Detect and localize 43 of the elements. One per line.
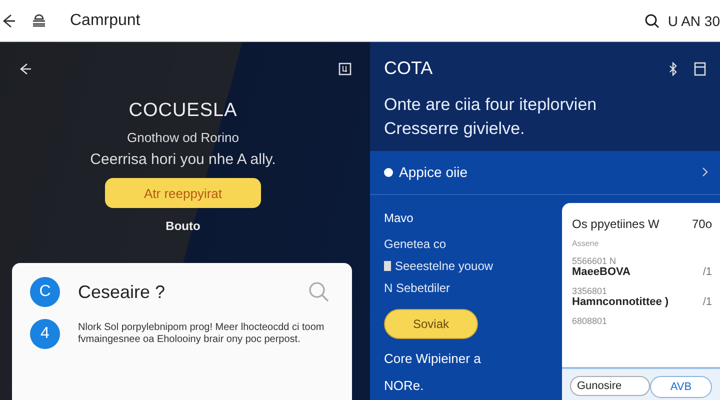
- avatar-circle: C: [30, 277, 60, 307]
- entry-code: 6808801: [572, 316, 608, 326]
- entry-tag: /1: [702, 296, 712, 308]
- list-row[interactable]: Appice oiie: [370, 151, 720, 195]
- entry-code: 3356801: [572, 286, 608, 296]
- card-title: Os ppyetiines W: [572, 217, 660, 231]
- menu-item[interactable]: N Sebetdiler: [384, 281, 450, 295]
- card-value: 70o: [692, 217, 712, 231]
- back-icon[interactable]: [0, 12, 16, 28]
- entry-tag: /1: [702, 266, 712, 278]
- checkbox[interactable]: [384, 261, 391, 271]
- bullet-dot: [384, 168, 393, 176]
- entry-name: MaeeBOVA: [572, 266, 630, 278]
- card-heading: Ceseaire ?: [78, 282, 166, 302]
- outline-button[interactable]: AVB: [650, 376, 712, 398]
- window-icon[interactable]: [694, 62, 706, 76]
- secondary-link[interactable]: Bouto: [166, 219, 200, 233]
- chevron-icon: [702, 167, 708, 177]
- app-title: Camrpunt: [70, 12, 140, 30]
- description-text: Gnothow od Rorino: [126, 130, 239, 145]
- input-field[interactable]: Gunosire: [570, 376, 650, 396]
- entry-name: Hamnconnotittee ): [572, 296, 669, 308]
- description-text: Onte are ciia four iteplorvien: [384, 95, 598, 115]
- card-subtitle: Assene: [572, 239, 600, 248]
- card-paragraph: Nlork Sol porpylebnipom prog! Meer lhocteocdd ci toom fvmaingesnee oa Eholooiny brair ony poc perpost.: [78, 322, 326, 346]
- description-text: Cresserre givielve.: [384, 119, 526, 139]
- menu-item[interactable]: Genetea co: [384, 237, 446, 251]
- footer-text: Core Wipieiner a: [384, 351, 481, 366]
- section-heading: Mavo: [384, 211, 414, 225]
- panel-title: COTA: [384, 58, 433, 79]
- back-icon[interactable]: [18, 62, 32, 76]
- footer-text: NORe.: [384, 378, 424, 393]
- panel-title: COCUESLA: [128, 100, 238, 122]
- panel-icon[interactable]: [338, 62, 352, 76]
- pill-button[interactable]: Soviak: [384, 309, 478, 339]
- row-label: Appice oiie: [399, 164, 468, 180]
- entry-code: 5566601 N: [572, 256, 618, 266]
- layers-icon[interactable]: [30, 12, 48, 28]
- checkbox-label: Seeestelne youow: [395, 259, 494, 273]
- description-text: Ceerrisa hori you nhe A ally.: [90, 151, 276, 168]
- search-icon[interactable]: [644, 12, 660, 28]
- avatar-circle: 4: [30, 319, 60, 349]
- status-text: U AN 30: [668, 12, 720, 28]
